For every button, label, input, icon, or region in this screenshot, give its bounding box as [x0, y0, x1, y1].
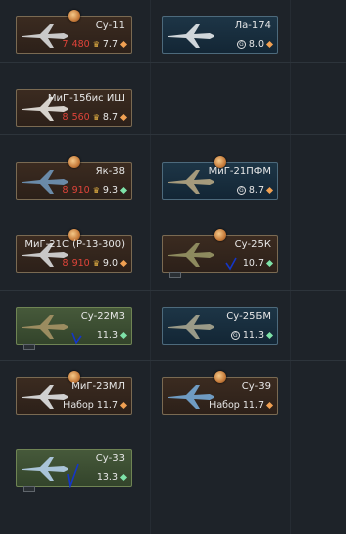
battle-rating: 9.3 — [102, 185, 118, 196]
vehicle-name: Су-39 — [241, 381, 271, 392]
group-icon — [23, 344, 35, 350]
vehicle-card-su33[interactable]: Су-33 13.3 — [16, 449, 132, 492]
br-diamond-icon — [265, 40, 274, 49]
row-divider — [0, 360, 346, 361]
br-diamond-icon — [265, 331, 274, 340]
vehicle-card-mig21pfm[interactable]: МиГ-21ПФМ G 8.7 — [162, 156, 278, 200]
vehicle-name: Су-33 — [95, 453, 125, 464]
battle-rating: 9.0 — [102, 258, 118, 269]
research-cost: 7 480 — [62, 39, 90, 50]
vehicle-card-su39[interactable]: Су-39 Набор 11.7 — [162, 371, 278, 415]
vehicle-card-su22m3[interactable]: Су-22М3 11.3 — [16, 307, 132, 350]
vehicle-name: Ла-174 — [234, 20, 271, 31]
row-divider — [0, 290, 346, 291]
vehicle-name: МиГ-21С (Р-13-300) — [24, 239, 125, 250]
br-diamond-icon — [265, 186, 274, 195]
research-points-icon: ♛ — [92, 113, 100, 122]
battle-rating: 7.7 — [102, 39, 118, 50]
battle-rating: 11.3 — [96, 330, 118, 341]
checkmark-icon — [67, 463, 79, 488]
column-divider — [290, 0, 291, 534]
jet-plane-icon — [22, 315, 68, 339]
research-cost: 8 560 — [62, 112, 90, 123]
squadron-icon: G — [236, 186, 246, 195]
battle-rating: 11.7 — [96, 400, 118, 411]
row-divider — [0, 62, 346, 63]
vehicle-card-su11[interactable]: Су-11 7 480 ♛ 7.7 — [16, 10, 132, 54]
squadron-icon: G — [236, 40, 246, 49]
vehicle-name: Су-25БМ — [226, 311, 271, 322]
jet-plane-icon — [168, 243, 214, 267]
vehicle-name: Су-11 — [95, 20, 125, 31]
vehicle-card-la174[interactable]: Ла-174 G 8.0 — [162, 16, 278, 54]
vehicle-card-su25k[interactable]: Су-25К 10.7 — [162, 229, 278, 278]
row-divider — [0, 134, 346, 135]
research-cost: 8 910 — [62, 185, 90, 196]
br-diamond-icon — [119, 259, 128, 268]
group-icon — [23, 486, 35, 492]
vehicle-name: МиГ-21ПФМ — [208, 166, 271, 177]
pack-label: Набор — [63, 400, 94, 411]
jet-plane-icon — [22, 457, 68, 481]
research-cost: 8 910 — [62, 258, 90, 269]
jet-plane-icon — [168, 24, 214, 48]
battle-rating: 8.7 — [102, 112, 118, 123]
column-divider — [150, 0, 151, 534]
br-diamond-icon — [265, 401, 274, 410]
pack-label: Набор — [209, 400, 240, 411]
vehicle-card-mig21s[interactable]: МиГ-21С (Р-13-300) 8 910 ♛ 9.0 — [16, 229, 132, 273]
battle-rating: 13.3 — [96, 472, 118, 483]
vehicle-name: МиГ-15бис ИШ — [47, 93, 125, 104]
jet-plane-icon — [168, 315, 214, 339]
research-points-icon: ♛ — [92, 40, 100, 49]
vehicle-name: Су-22М3 — [80, 311, 125, 322]
battle-rating: 11.3 — [242, 330, 264, 341]
vehicle-name: Су-25К — [234, 239, 271, 250]
vehicle-card-mig15bis-ish[interactable]: МиГ-15бис ИШ 8 560 ♛ 8.7 — [16, 89, 132, 127]
checkmark-icon — [225, 257, 237, 271]
br-diamond-icon — [119, 113, 128, 122]
battle-rating: 8.0 — [248, 39, 264, 50]
battle-rating: 11.7 — [242, 400, 264, 411]
br-diamond-icon — [119, 473, 128, 482]
vehicle-name: Як-38 — [95, 166, 125, 177]
br-diamond-icon — [119, 186, 128, 195]
vehicle-card-yak38[interactable]: Як-38 8 910 ♛ 9.3 — [16, 156, 132, 200]
squadron-icon: G — [230, 331, 240, 340]
br-diamond-icon — [119, 40, 128, 49]
vehicle-card-mig23ml[interactable]: МиГ-23МЛ Набор 11.7 — [16, 371, 132, 415]
battle-rating: 8.7 — [248, 185, 264, 196]
group-icon — [169, 272, 181, 278]
checkmark-icon — [71, 332, 82, 345]
br-diamond-icon — [119, 331, 128, 340]
br-diamond-icon — [265, 259, 274, 268]
br-diamond-icon — [119, 401, 128, 410]
research-points-icon: ♛ — [92, 186, 100, 195]
battle-rating: 10.7 — [242, 258, 264, 269]
vehicle-card-su25bm[interactable]: Су-25БМ G 11.3 — [162, 307, 278, 345]
research-points-icon: ♛ — [92, 259, 100, 268]
vehicle-name: МиГ-23МЛ — [71, 381, 125, 392]
